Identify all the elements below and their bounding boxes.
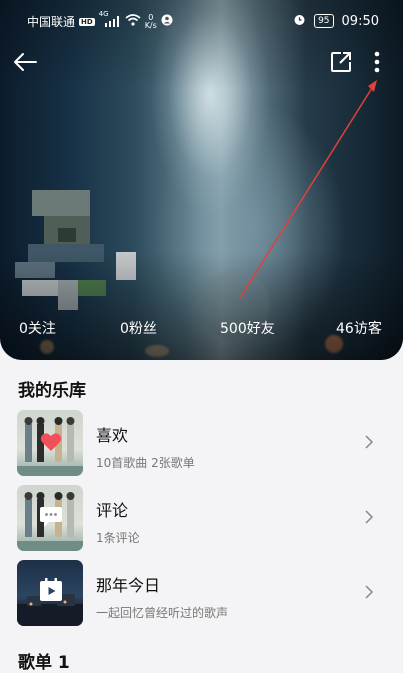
following-count[interactable]: 0关注: [19, 318, 56, 338]
comments-subtitle: 1条评论: [96, 531, 140, 545]
library-title: 我的乐库: [18, 381, 86, 401]
annotation-arrow: [239, 80, 377, 299]
likes-title: 喜欢: [96, 426, 129, 445]
on-this-day-title: 那年今日: [96, 576, 161, 595]
heart-icon: [40, 433, 62, 451]
likes-thumbnail: [17, 410, 83, 476]
friends-count[interactable]: 500好友: [220, 318, 275, 338]
chevron-right-icon: [365, 585, 374, 599]
library-item-on-this-day[interactable]: 那年今日 一起回忆曾经听过的歌声: [0, 560, 403, 632]
chevron-right-icon: [365, 435, 374, 449]
on-this-day-subtitle: 一起回忆曾经听过的歌声: [96, 606, 229, 620]
chevron-right-icon: [365, 510, 374, 524]
calendar-play-icon: [40, 578, 62, 601]
likes-subtitle: 10首歌曲 2张歌单: [96, 456, 195, 470]
followers-count[interactable]: 0粉丝: [120, 318, 157, 338]
comments-title: 评论: [96, 501, 129, 520]
comment-icon: [40, 507, 62, 527]
comments-thumbnail: [17, 485, 83, 551]
library-item-likes[interactable]: 喜欢 10首歌曲 2张歌单: [0, 410, 403, 482]
library-item-comments[interactable]: 评论 1条评论: [0, 485, 403, 557]
on-this-day-thumbnail: [17, 560, 83, 626]
profile-stats: 0关注 0粉丝 500好友 46访客: [0, 318, 403, 338]
visitors-count[interactable]: 46访客: [336, 318, 382, 338]
